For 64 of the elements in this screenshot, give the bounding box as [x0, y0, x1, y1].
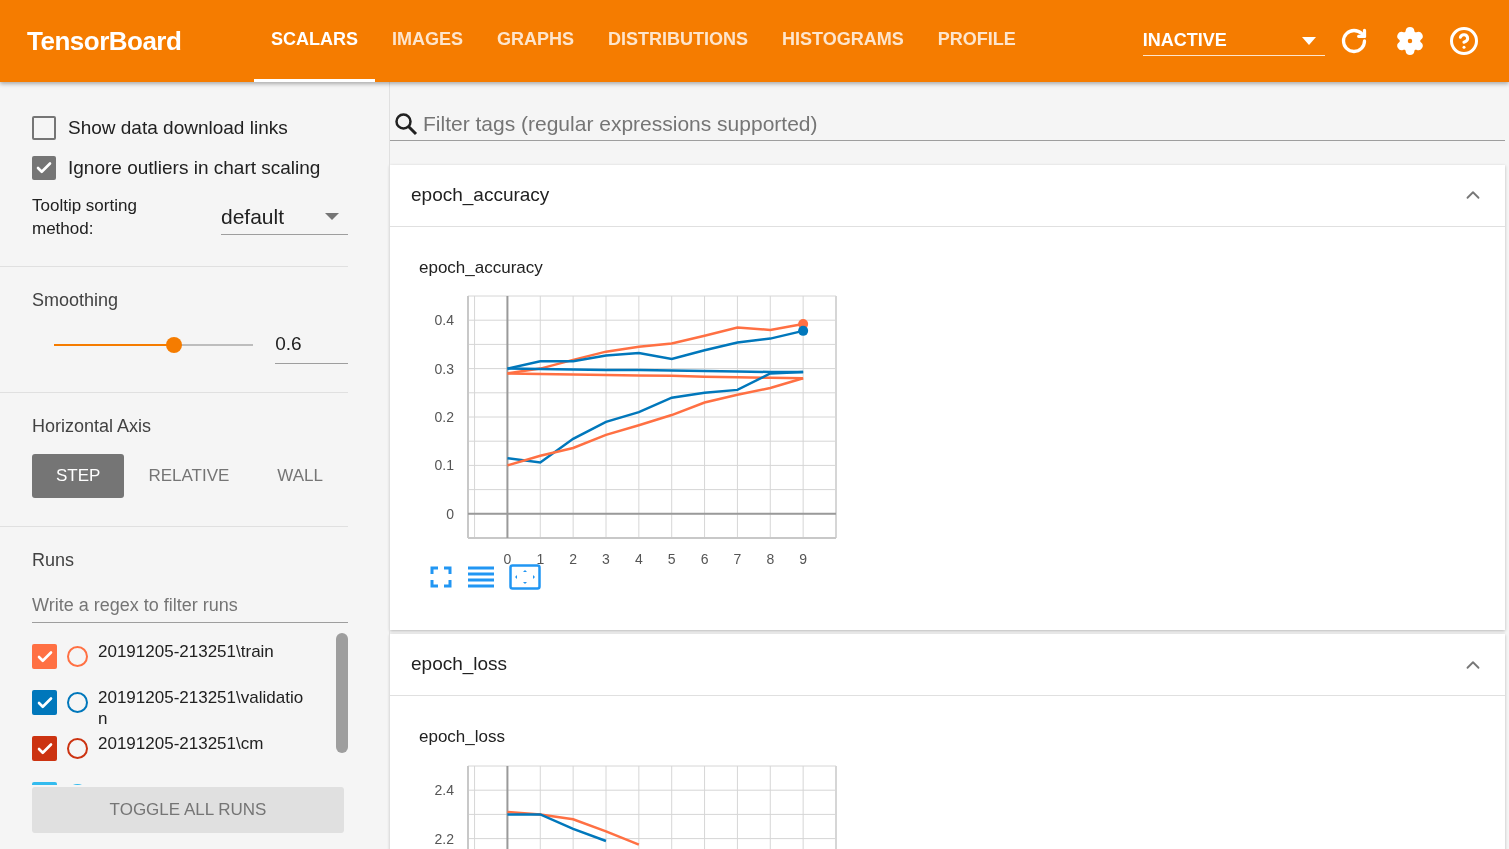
x-tick-label: 0 — [503, 551, 512, 567]
x-tick-label: 5 — [667, 551, 676, 567]
y-tick-label: 2.4 — [434, 781, 454, 798]
settings-icon[interactable] — [1394, 26, 1425, 56]
checkbox[interactable] — [32, 116, 56, 140]
card-title: epoch_accuracy — [411, 182, 550, 208]
card-title: epoch_loss — [411, 652, 508, 677]
x-tick-label: 7 — [733, 551, 742, 567]
y-tick-label: 0.4 — [434, 312, 454, 329]
run-filter-field[interactable]: Write a regex to filter runs — [32, 588, 348, 623]
nav-tab[interactable]: PROFILE — [920, 0, 1033, 82]
checkbox-label: Ignore outliers in chart scaling — [68, 155, 321, 180]
axis-option-button[interactable]: RELATIVE — [124, 454, 254, 498]
fit-domain-icon[interactable] — [509, 564, 541, 590]
x-tick-label: 8 — [766, 551, 775, 567]
smoothing-label: Smoothing — [32, 289, 120, 312]
y-tick-label: 2.2 — [434, 830, 454, 847]
help-icon[interactable] — [1448, 26, 1479, 56]
y-tick-label: 0 — [446, 505, 454, 522]
smoothing-value-field[interactable]: 0.6 — [275, 326, 348, 364]
x-tick-label: 6 — [700, 551, 709, 567]
run-name: 20191205-213251\cm — [98, 733, 264, 754]
fullscreen-icon[interactable] — [429, 565, 453, 589]
nav-tab[interactable]: SCALARS — [254, 0, 375, 82]
run-checkbox[interactable] — [32, 644, 57, 669]
search-icon — [394, 111, 418, 136]
chart-title: epoch_loss — [419, 726, 506, 748]
run-name: 20191205-213251\validatio n — [98, 687, 304, 729]
slider-thumb[interactable] — [165, 337, 182, 353]
x-tick-label: 9 — [799, 551, 808, 567]
axis-option-button[interactable]: WALL — [253, 454, 347, 498]
horizontal-axis-label: Horizontal Axis — [32, 415, 153, 438]
nav-tab[interactable]: DISTRIBUTIONS — [591, 0, 766, 82]
checkbox-label: Show data download links — [68, 115, 288, 140]
nav-tab[interactable]: GRAPHS — [480, 0, 592, 82]
tooltip-sorting-label: Tooltip sorting method: — [32, 195, 138, 240]
nav-tab[interactable]: IMAGES — [375, 0, 481, 82]
smoothing-slider[interactable] — [54, 337, 254, 353]
x-tick-label: 4 — [634, 551, 643, 567]
run-name: 20191205-213251\train — [98, 641, 274, 662]
dropdown-caret-icon — [1301, 36, 1316, 45]
x-tick-label: 3 — [602, 551, 610, 567]
x-tick-label: 2 — [569, 551, 578, 567]
chart-title: epoch_accuracy — [419, 256, 544, 279]
run-checkbox[interactable] — [32, 690, 57, 715]
series-end-marker — [798, 325, 809, 336]
run-checkbox[interactable] — [32, 736, 57, 761]
axis-option-button[interactable]: STEP — [32, 454, 125, 498]
x-tick-label: 1 — [536, 551, 545, 567]
plugin-dropdown[interactable]: INACTIVE — [1142, 26, 1325, 56]
lines-icon[interactable] — [467, 565, 495, 589]
toggle-all-runs-button[interactable]: TOGGLE ALL RUNS — [32, 787, 344, 833]
checkbox[interactable] — [32, 156, 56, 180]
scrollbar[interactable] — [336, 633, 348, 753]
dropdown-caret-icon — [325, 213, 339, 220]
y-tick-label: 0.1 — [434, 457, 454, 474]
runs-label: Runs — [32, 549, 76, 572]
refresh-icon[interactable] — [1339, 27, 1368, 55]
tag-filter-field[interactable]: Filter tags (regular expressions supported) — [423, 108, 1505, 140]
y-tick-label: 0.3 — [434, 360, 454, 377]
sorting-dropdown[interactable]: default — [221, 199, 348, 235]
y-tick-label: 0.2 — [434, 409, 454, 425]
nav-tab[interactable]: HISTOGRAMS — [765, 0, 921, 82]
app-logo: TensorBoard — [27, 24, 183, 58]
